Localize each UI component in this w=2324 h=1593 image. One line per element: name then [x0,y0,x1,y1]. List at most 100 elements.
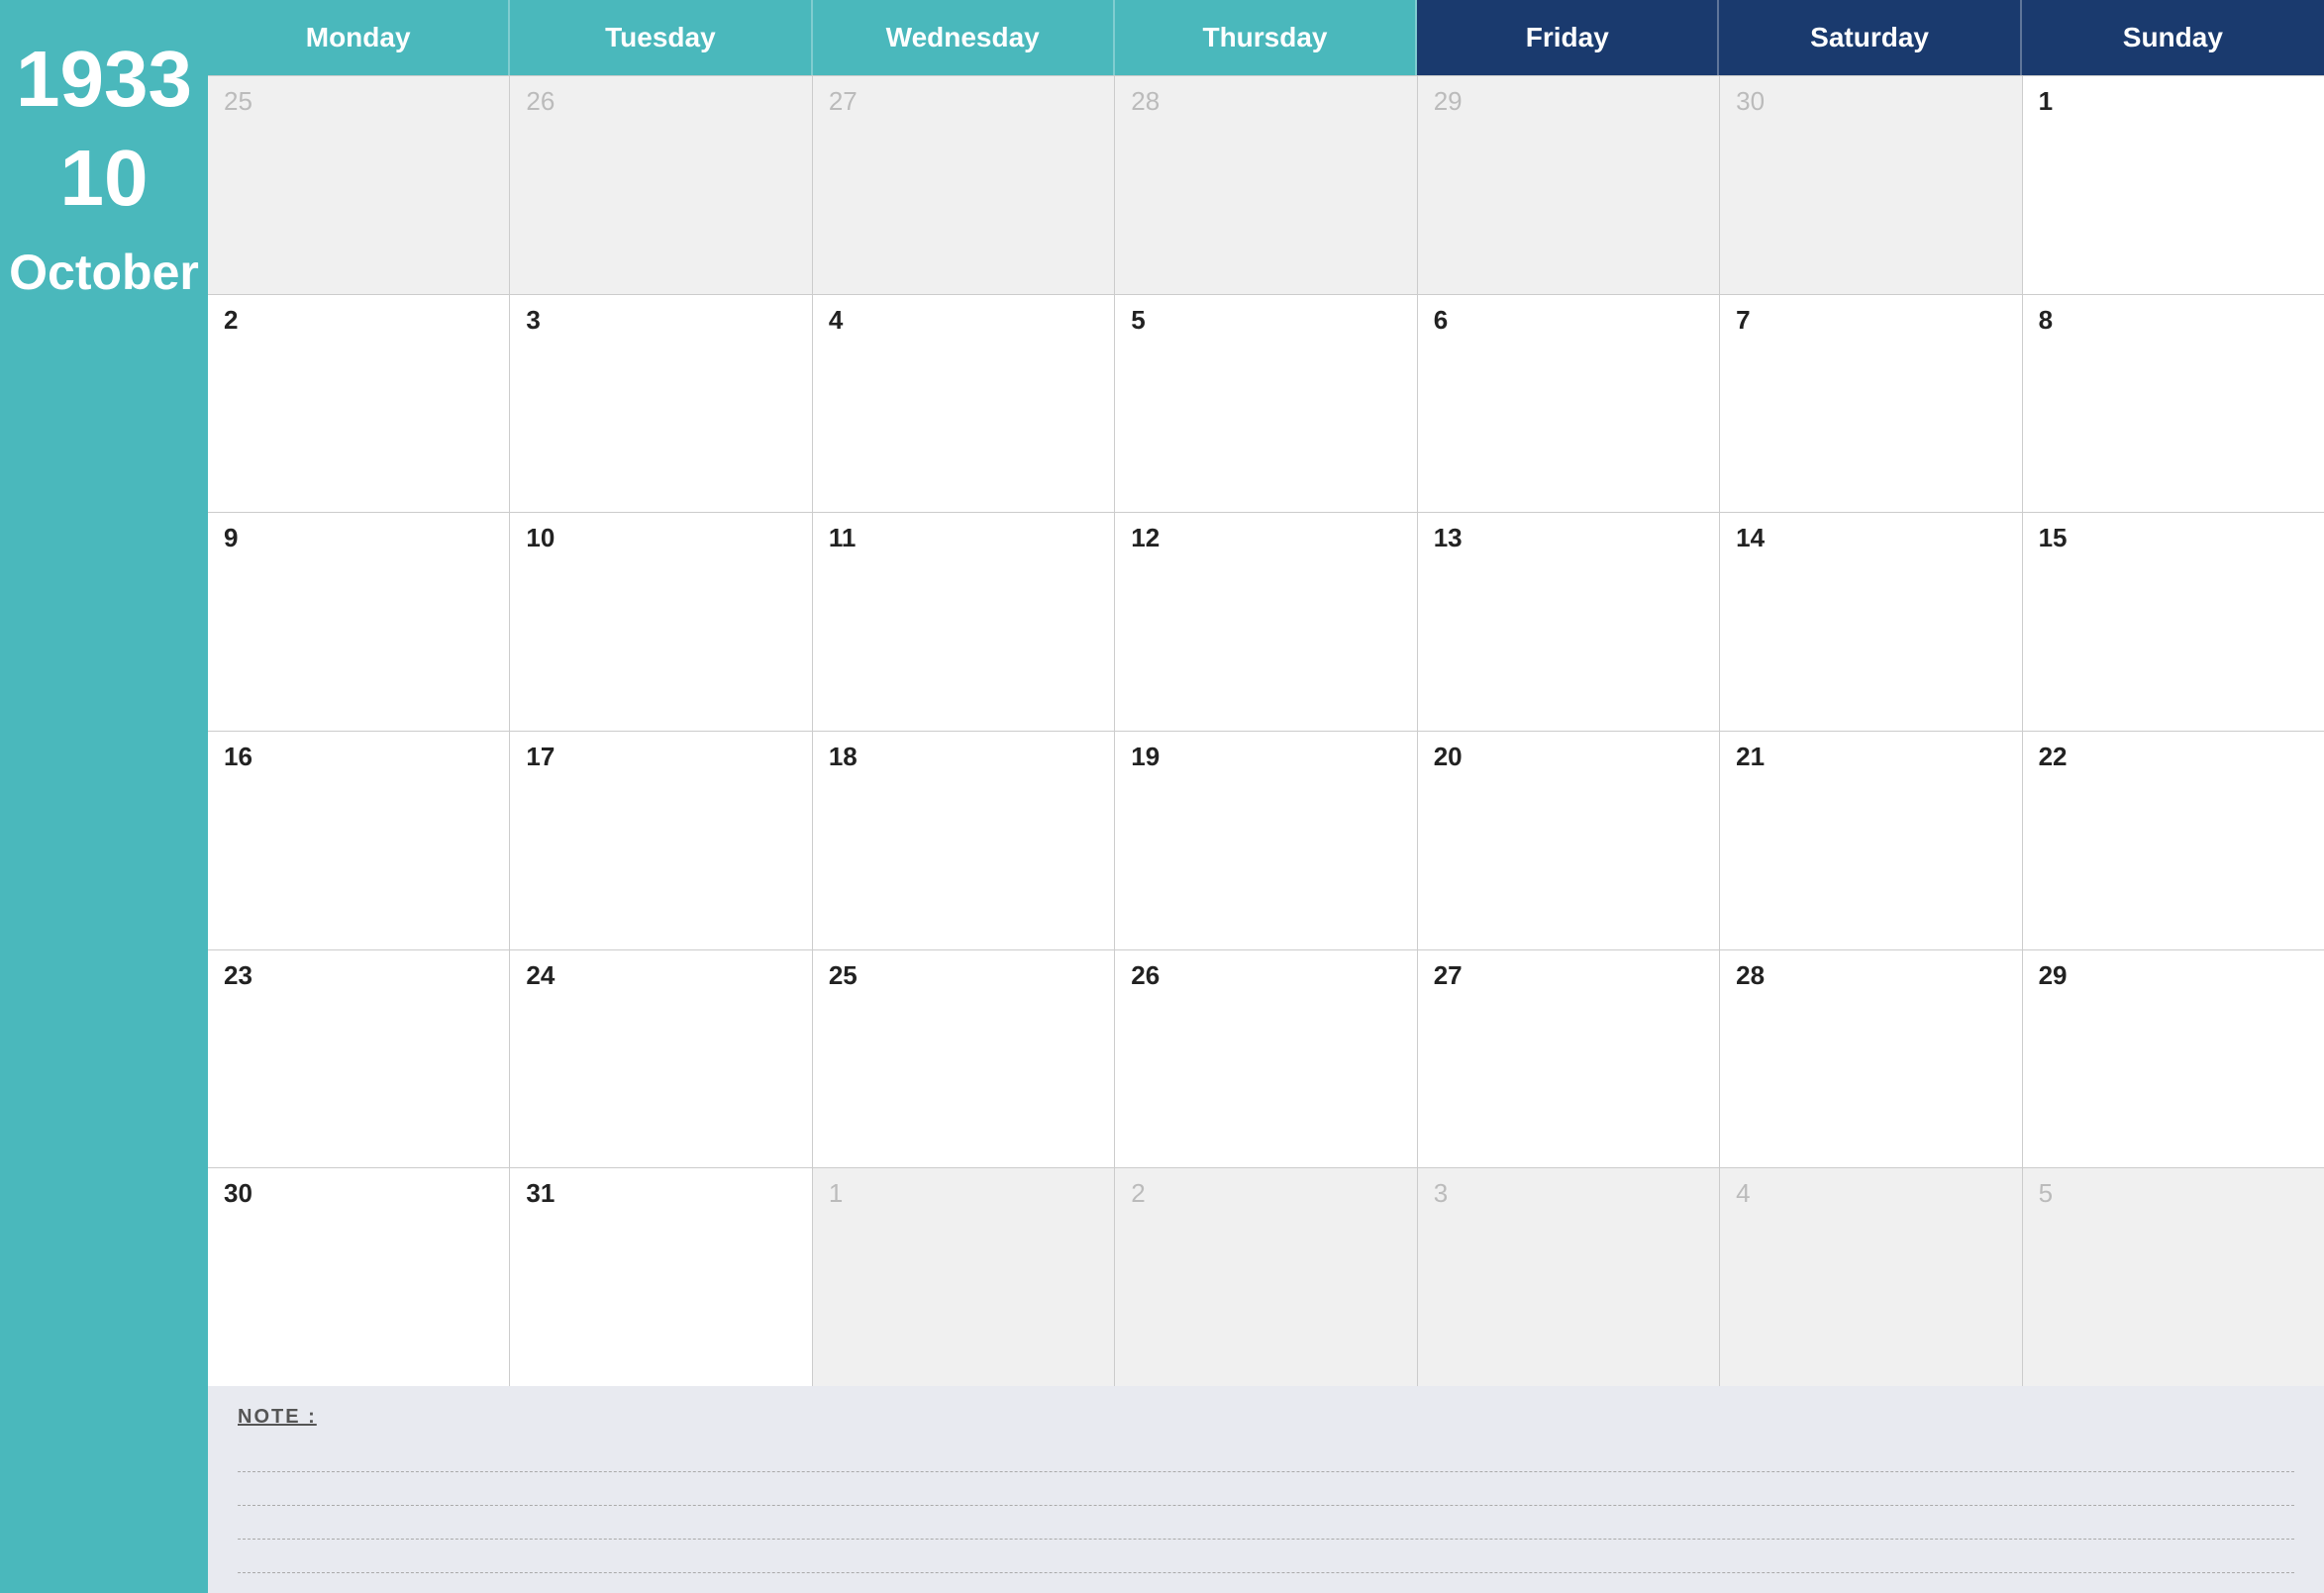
note-line [238,1506,2294,1540]
day-cell: 18 [813,732,1114,949]
header-day-wednesday: Wednesday [813,0,1115,75]
header-day-saturday: Saturday [1719,0,2021,75]
notes-section: NOTE : [208,1386,2324,1593]
day-cell: 9 [208,513,509,731]
main-content: MondayTuesdayWednesdayThursdayFridaySatu… [208,0,2324,1593]
calendar-grid: 2526272829301234567891011121314151617181… [208,75,2324,1386]
day-number: 26 [526,88,555,114]
day-cell: 3 [1418,1168,1719,1386]
day-number: 15 [2039,525,2068,550]
day-cell: 25 [208,76,509,294]
day-cell: 26 [1115,950,1416,1168]
day-number: 13 [1434,525,1463,550]
year-label: 1933 [16,40,192,119]
day-cell: 22 [2023,732,2324,949]
day-number: 30 [1736,88,1765,114]
header-day-friday: Friday [1417,0,1719,75]
day-number: 7 [1736,307,1750,333]
day-cell: 27 [1418,950,1719,1168]
day-cell: 25 [813,950,1114,1168]
day-cell: 11 [813,513,1114,731]
day-cell: 29 [1418,76,1719,294]
day-number: 2 [224,307,238,333]
header-day-monday: Monday [208,0,510,75]
note-line [238,1540,2294,1573]
note-line [238,1472,2294,1506]
day-cell: 2 [208,295,509,513]
day-cell: 10 [510,513,811,731]
day-number: 18 [829,744,858,769]
day-number: 24 [526,962,555,988]
day-cell: 14 [1720,513,2021,731]
header-day-thursday: Thursday [1115,0,1417,75]
day-number: 1 [2039,88,2053,114]
day-cell: 12 [1115,513,1416,731]
day-number: 5 [1131,307,1145,333]
sidebar: 1933 10 October [0,0,208,1593]
day-cell: 19 [1115,732,1416,949]
day-cell: 21 [1720,732,2021,949]
day-cell: 13 [1418,513,1719,731]
calendar-header: MondayTuesdayWednesdayThursdayFridaySatu… [208,0,2324,75]
day-number: 5 [2039,1180,2053,1206]
day-number: 28 [1736,962,1765,988]
day-number: 20 [1434,744,1463,769]
day-cell: 15 [2023,513,2324,731]
header-day-sunday: Sunday [2022,0,2324,75]
day-number: 27 [829,88,858,114]
day-number: 17 [526,744,555,769]
day-cell: 1 [2023,76,2324,294]
day-cell: 17 [510,732,811,949]
day-number: 19 [1131,744,1160,769]
day-number: 16 [224,744,253,769]
day-number: 29 [2039,962,2068,988]
day-cell: 6 [1418,295,1719,513]
day-number: 8 [2039,307,2053,333]
day-number: 14 [1736,525,1765,550]
day-number: 1 [829,1180,843,1206]
day-cell: 8 [2023,295,2324,513]
day-cell: 31 [510,1168,811,1386]
day-number: 9 [224,525,238,550]
day-cell: 28 [1720,950,2021,1168]
day-number: 31 [526,1180,555,1206]
day-cell: 29 [2023,950,2324,1168]
day-cell: 4 [813,295,1114,513]
day-number: 2 [1131,1180,1145,1206]
day-number: 3 [526,307,540,333]
day-cell: 2 [1115,1168,1416,1386]
day-cell: 1 [813,1168,1114,1386]
day-cell: 5 [1115,295,1416,513]
day-number: 11 [829,525,857,550]
day-number: 10 [526,525,555,550]
day-cell: 30 [1720,76,2021,294]
day-cell: 3 [510,295,811,513]
day-number: 29 [1434,88,1463,114]
day-number: 27 [1434,962,1463,988]
day-number: 3 [1434,1180,1448,1206]
day-cell: 27 [813,76,1114,294]
header-day-tuesday: Tuesday [510,0,812,75]
day-number: 28 [1131,88,1160,114]
day-cell: 20 [1418,732,1719,949]
calendar: MondayTuesdayWednesdayThursdayFridaySatu… [208,0,2324,1386]
day-cell: 23 [208,950,509,1168]
day-number: 6 [1434,307,1448,333]
day-number: 4 [1736,1180,1750,1206]
day-number: 4 [829,307,843,333]
month-name-label: October [9,248,199,297]
day-number: 26 [1131,962,1160,988]
day-cell: 24 [510,950,811,1168]
day-number: 23 [224,962,253,988]
day-number: 12 [1131,525,1160,550]
day-number: 25 [224,88,253,114]
day-cell: 26 [510,76,811,294]
note-line [238,1439,2294,1472]
note-label: NOTE : [238,1406,2294,1429]
day-cell: 16 [208,732,509,949]
day-cell: 30 [208,1168,509,1386]
day-number: 30 [224,1180,253,1206]
day-number: 25 [829,962,858,988]
day-number: 22 [2039,744,2068,769]
day-cell: 4 [1720,1168,2021,1386]
